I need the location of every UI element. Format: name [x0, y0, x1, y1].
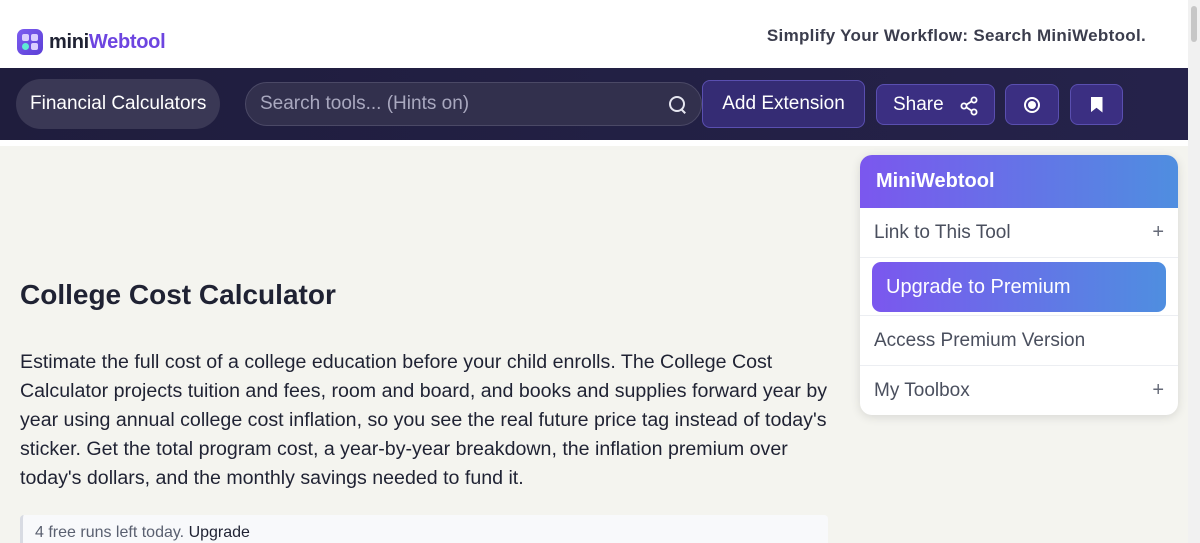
sidebar-panel: MiniWebtool Link to This Tool + Upgrade …	[860, 155, 1178, 415]
nav-divider	[0, 140, 1188, 146]
panel-title: MiniWebtool	[860, 155, 1178, 208]
access-premium-label: Access Premium Version	[874, 329, 1086, 351]
access-premium-item[interactable]: Access Premium Version	[860, 316, 1178, 366]
site-header: miniWebtool Simplify Your Workflow: Sear…	[0, 0, 1188, 68]
record-button[interactable]	[1005, 84, 1059, 125]
my-toolbox-item[interactable]: My Toolbox +	[860, 366, 1178, 415]
share-button[interactable]: Share	[876, 84, 995, 125]
bookmark-icon	[1090, 96, 1103, 113]
upgrade-link[interactable]: Upgrade	[189, 524, 250, 541]
plus-icon: +	[1152, 221, 1164, 243]
search-input[interactable]	[260, 93, 669, 115]
link-to-tool-item[interactable]: Link to This Tool +	[860, 208, 1178, 258]
free-runs-notice: 4 free runs left today. Upgrade	[20, 515, 828, 543]
search-box[interactable]	[245, 82, 702, 126]
page-scrollbar[interactable]	[1188, 0, 1200, 543]
logo-text-mini: mini	[49, 30, 89, 53]
nav-bar: Financial Calculators Add Extension Shar…	[0, 68, 1188, 140]
upgrade-premium-button[interactable]: Upgrade to Premium	[872, 262, 1166, 312]
logo-grid-icon	[17, 29, 43, 55]
link-to-tool-label: Link to This Tool	[874, 221, 1011, 243]
add-extension-button[interactable]: Add Extension	[702, 80, 865, 128]
my-toolbox-label: My Toolbox	[874, 380, 970, 401]
site-logo[interactable]: miniWebtool	[17, 29, 166, 55]
header-tagline: Simplify Your Workflow: Search MiniWebto…	[766, 26, 1146, 45]
logo-text-webtool: Webtool	[88, 30, 166, 53]
bookmark-button[interactable]	[1070, 84, 1123, 125]
logo-text: miniWebtool	[49, 30, 166, 54]
free-runs-text: 4 free runs left today.	[35, 524, 185, 541]
share-button-label: Share	[893, 93, 944, 115]
page-title: College Cost Calculator	[20, 279, 336, 310]
share-icon	[960, 96, 978, 116]
plus-icon: +	[1152, 379, 1164, 401]
tool-description: Estimate the full cost of a college educ…	[20, 351, 828, 489]
search-icon[interactable]	[669, 96, 687, 114]
category-button[interactable]: Financial Calculators	[16, 79, 221, 129]
record-icon	[1024, 96, 1040, 113]
scrollbar-thumb[interactable]	[1191, 6, 1197, 42]
upgrade-section: Upgrade to Premium	[860, 258, 1178, 316]
